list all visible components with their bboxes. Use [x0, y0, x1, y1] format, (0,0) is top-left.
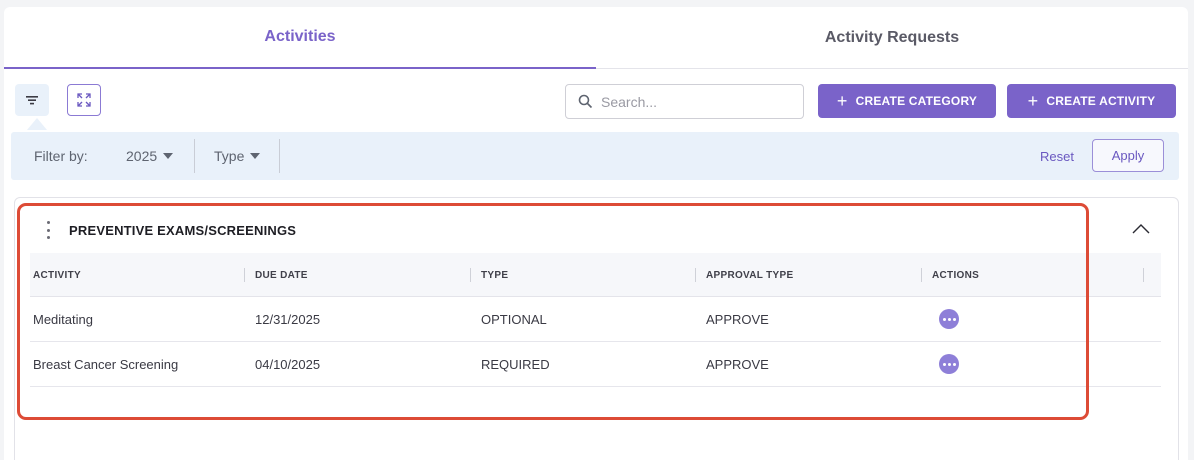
expand-button[interactable] — [67, 84, 101, 116]
table-row: Breast Cancer Screening 04/10/2025 REQUI… — [30, 342, 1161, 387]
category-section: PREVENTIVE EXAMS/SCREENINGS ACTIVITY DUE… — [14, 197, 1179, 460]
approval-type-cell: APPROVE — [706, 312, 769, 327]
row-actions-button[interactable] — [939, 309, 959, 329]
create-category-label: CREATE CATEGORY — [855, 94, 978, 108]
caret-down-icon — [250, 153, 261, 159]
year-filter-value: 2025 — [126, 148, 158, 164]
tab-bar: Activities Activity Requests — [4, 7, 1188, 69]
column-divider — [1143, 268, 1144, 282]
filter-toggle-button[interactable] — [15, 84, 49, 116]
type-cell: OPTIONAL — [481, 312, 547, 327]
filter-panel-pointer — [27, 118, 47, 130]
year-filter-dropdown[interactable]: 2025 — [126, 132, 174, 180]
column-divider — [921, 268, 922, 282]
plus-icon: + — [836, 91, 848, 111]
more-icon — [942, 362, 946, 366]
row-actions-button[interactable] — [939, 354, 959, 374]
create-activity-button[interactable]: + CREATE ACTIVITY — [1007, 84, 1176, 118]
reset-filters-link[interactable]: Reset — [1040, 132, 1074, 180]
type-filter-value: Type — [214, 148, 245, 164]
filter-divider — [194, 139, 195, 173]
table-header: ACTIVITY DUE DATE TYPE APPROVAL TYPE ACT… — [30, 253, 1161, 297]
type-cell: REQUIRED — [481, 357, 550, 372]
caret-down-icon — [163, 153, 174, 159]
column-divider — [695, 268, 696, 282]
create-category-button[interactable]: + CREATE CATEGORY — [818, 84, 996, 118]
search-input[interactable] — [601, 93, 791, 110]
drag-handle-icon[interactable] — [42, 221, 54, 239]
search-box[interactable] — [565, 84, 804, 119]
column-divider — [470, 268, 471, 282]
more-icon — [942, 317, 946, 321]
column-header-type[interactable]: TYPE — [481, 253, 508, 297]
create-activity-label: CREATE ACTIVITY — [1046, 94, 1156, 108]
column-header-actions: ACTIONS — [932, 269, 980, 281]
filter-bar: Filter by: 2025 Type Reset Apply — [11, 132, 1179, 180]
chevron-up-icon — [1132, 224, 1150, 234]
column-header-due-date[interactable]: DUE DATE — [255, 253, 308, 297]
collapse-button[interactable] — [1129, 217, 1153, 241]
tab-activities[interactable]: Activities — [4, 7, 596, 69]
apply-filters-button[interactable]: Apply — [1092, 139, 1164, 172]
due-date-cell: 04/10/2025 — [255, 357, 321, 372]
column-divider — [244, 268, 245, 282]
plus-icon: + — [1027, 91, 1039, 111]
search-icon — [578, 94, 593, 109]
activity-cell: Meditating — [33, 312, 93, 327]
expand-icon — [77, 93, 91, 107]
filter-divider — [279, 139, 280, 173]
tab-activity-requests[interactable]: Activity Requests — [596, 7, 1188, 69]
column-header-approval-type[interactable]: APPROVAL TYPE — [706, 253, 793, 297]
due-date-cell: 12/31/2025 — [255, 312, 321, 327]
approval-type-cell: APPROVE — [706, 357, 769, 372]
category-title: PREVENTIVE EXAMS/SCREENINGS — [69, 222, 297, 238]
activity-cell: Breast Cancer Screening — [33, 357, 179, 372]
type-filter-dropdown[interactable]: Type — [214, 132, 261, 180]
filter-icon — [26, 96, 38, 105]
table-row: Meditating 12/31/2025 OPTIONAL APPROVE — [30, 297, 1161, 342]
column-header-activity[interactable]: ACTIVITY — [33, 253, 81, 297]
filter-by-label: Filter by: — [34, 148, 88, 164]
activities-table: ACTIVITY DUE DATE TYPE APPROVAL TYPE ACT… — [30, 253, 1161, 387]
